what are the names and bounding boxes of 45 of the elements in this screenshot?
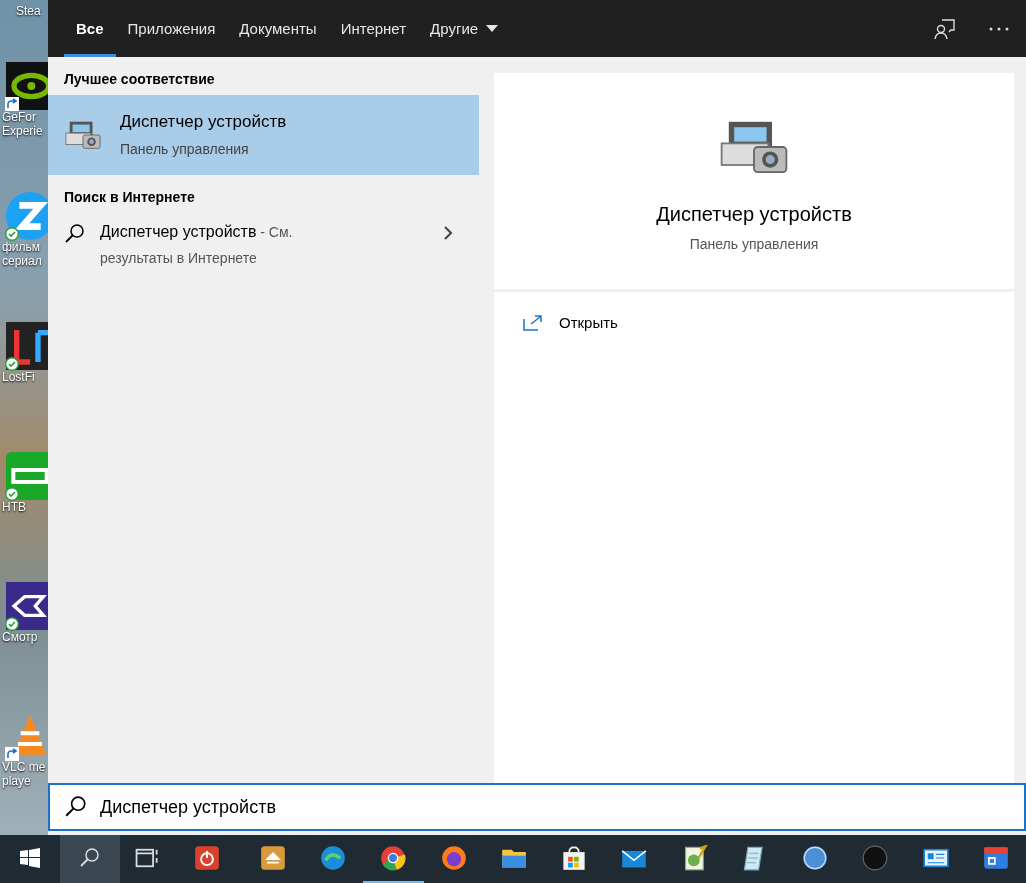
desktop-icon-label: GeFor: [2, 110, 36, 124]
filter-tab[interactable]: Интернет: [328, 0, 419, 57]
desktop-icon-label: сериал: [2, 254, 42, 268]
app-icon: [982, 845, 1009, 871]
app-icon[interactable]: [6, 582, 48, 630]
desktop-icon-label: фильм: [2, 240, 41, 254]
app-icon: [320, 845, 347, 871]
app-icon[interactable]: [6, 322, 48, 370]
app-icon: [194, 845, 221, 871]
preview-title: Диспетчер устройств: [656, 203, 852, 226]
app-icon: [260, 845, 286, 871]
desktop-icon-label: Experie: [2, 124, 43, 138]
desktop-icon-label: НТВ: [2, 500, 26, 514]
desktop-icon-label: Stea: [16, 4, 41, 18]
open-window-icon: [523, 314, 543, 331]
section-heading: Лучшее соответствие: [63, 70, 216, 89]
feedback-icon: [934, 17, 956, 40]
section-heading: Поиск в Интернете: [63, 188, 196, 207]
search-icon: [64, 795, 88, 819]
chevron-right-icon[interactable]: [443, 225, 453, 241]
app-icon: [440, 845, 467, 871]
search-field[interactable]: Диспетчер устройств: [48, 783, 1026, 831]
filter-tab[interactable]: Другие: [418, 0, 511, 57]
desktop-icon-label: VLC me: [2, 760, 46, 774]
app-icon: [862, 845, 889, 871]
desktop-icon-label: LostFi: [2, 370, 35, 384]
search-button[interactable]: [60, 835, 121, 883]
app-icon: [802, 845, 829, 871]
filter-tab[interactable]: Документы: [227, 0, 329, 57]
desktop-icon-label: Смотр: [2, 630, 38, 644]
more-icon: [989, 26, 1009, 31]
app-icon: [380, 845, 407, 871]
best-match-item[interactable]: Диспетчер устройств Панель управления: [48, 95, 479, 175]
search-icon: [64, 223, 86, 245]
app-icon[interactable]: [6, 62, 48, 110]
web-search-result[interactable]: Диспетчер устройств - См. результаты в Интернете: [100, 219, 340, 271]
app-icon: [561, 845, 588, 871]
filter-tab[interactable]: Приложения: [115, 0, 228, 57]
desktop-icon-label: playe: [2, 774, 31, 788]
result-title: Диспетчер устройств: [120, 111, 287, 133]
preview-subtitle: Панель управления: [689, 236, 819, 252]
windows-logo-icon: [20, 848, 41, 868]
result-subtitle: Панель управления: [120, 140, 250, 159]
open-action[interactable]: Открыть: [523, 314, 618, 331]
search-icon: [79, 847, 102, 869]
